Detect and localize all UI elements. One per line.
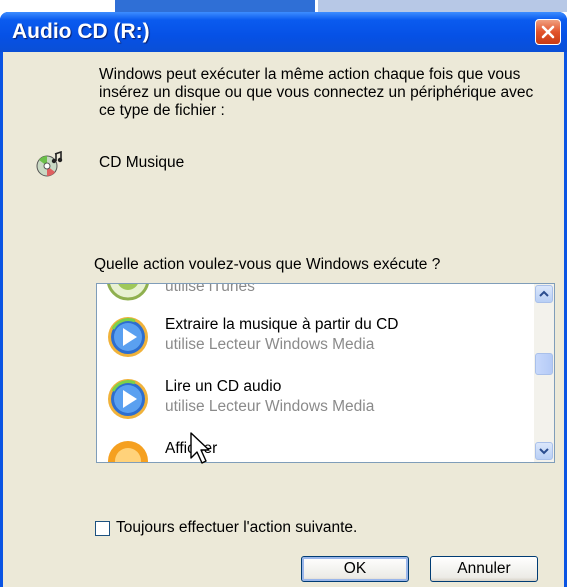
actions-listbox[interactable]: utilise iTunes Extraire la musique à par…: [96, 283, 555, 463]
mouse-cursor-icon: [190, 432, 210, 464]
autoplay-dialog: Audio CD (R:) Windows peut exécuter la m…: [0, 12, 567, 587]
close-button[interactable]: [535, 19, 561, 45]
action-name: Lire un CD audio: [165, 378, 282, 395]
windows-media-player-icon: [108, 317, 148, 357]
scrollbar-thumb[interactable]: [535, 353, 553, 375]
music-cd-icon: [36, 151, 63, 177]
list-item[interactable]: Extraire la musique à partir du CD utili…: [105, 314, 525, 366]
chevron-down-icon: [539, 448, 549, 455]
list-item[interactable]: utilise iTunes: [105, 284, 525, 308]
actions-list: utilise iTunes Extraire la musique à par…: [97, 284, 535, 462]
cancel-button[interactable]: Annuler: [430, 556, 538, 582]
description-text: Windows peut exécuter la même action cha…: [99, 66, 534, 119]
ok-button[interactable]: OK: [301, 556, 409, 582]
windows-media-player-icon: [108, 379, 148, 419]
dialog-body: Windows peut exécuter la même action cha…: [3, 52, 564, 587]
title-bar[interactable]: Audio CD (R:): [0, 12, 567, 52]
background-window-edge: [115, 0, 315, 12]
list-item[interactable]: Afficher: [105, 438, 525, 462]
close-icon: [541, 25, 555, 39]
scroll-down-button[interactable]: [535, 442, 553, 460]
window-title: Audio CD (R:): [12, 20, 150, 43]
background-window-edge-right: [318, 0, 567, 12]
action-sub: utilise iTunes: [165, 284, 255, 295]
chevron-up-icon: [539, 290, 549, 297]
media-icon: [108, 441, 148, 462]
list-item[interactable]: Lire un CD audio utilise Lecteur Windows…: [105, 376, 525, 428]
action-sub: utilise Lecteur Windows Media: [165, 398, 375, 415]
always-checkbox-label[interactable]: Toujours effectuer l'action suivante.: [116, 519, 357, 537]
scroll-up-button[interactable]: [535, 285, 553, 303]
content-type-label: CD Musique: [99, 154, 185, 171]
action-name: Extraire la musique à partir du CD: [165, 316, 399, 333]
question-label: Quelle action voulez-vous que Windows ex…: [94, 256, 441, 273]
vertical-scrollbar[interactable]: [534, 284, 554, 462]
action-sub: utilise Lecteur Windows Media: [165, 336, 375, 353]
always-checkbox[interactable]: [95, 521, 110, 536]
itunes-icon: [107, 284, 149, 301]
